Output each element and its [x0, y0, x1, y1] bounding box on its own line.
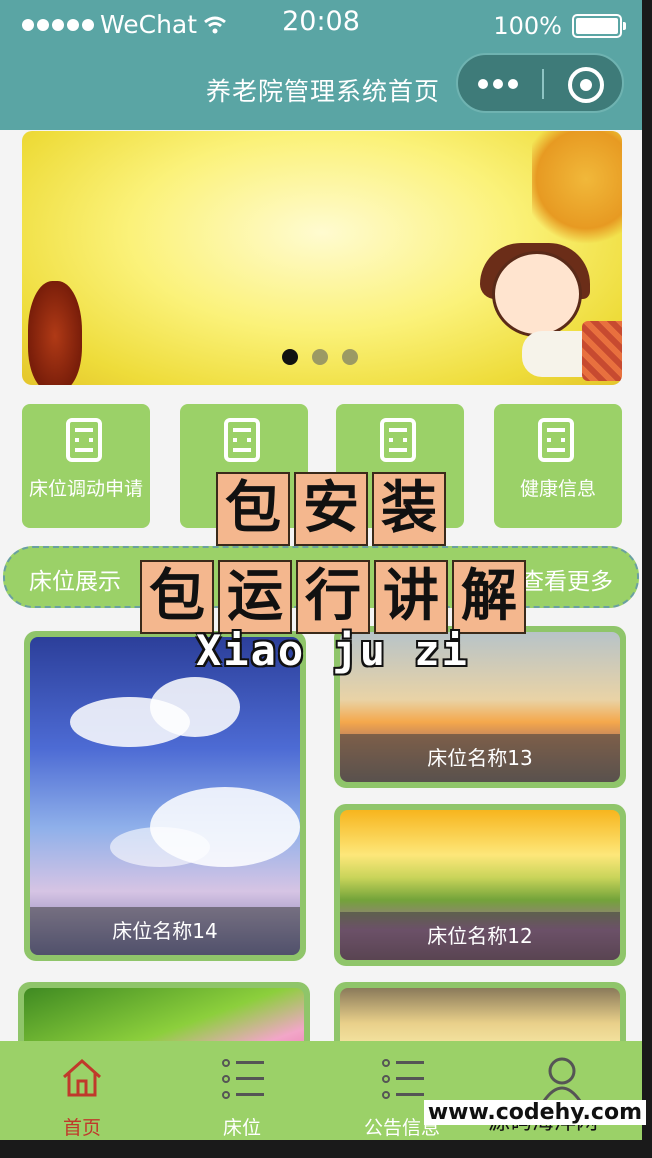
battery-percent: 100%: [493, 12, 562, 40]
bed-image: 床位名称14: [30, 637, 300, 955]
home-icon: [63, 1058, 101, 1097]
grid-item-bed-transfer[interactable]: 床位调动申请: [22, 404, 150, 528]
list-icon: [222, 1057, 264, 1101]
watermark-site-url: www.codehy.com: [423, 1100, 646, 1125]
watermark-explain: 包 运 行 讲 解: [140, 560, 526, 634]
tab-home[interactable]: 首页: [2, 1041, 162, 1140]
document-icon: [538, 418, 574, 462]
status-bar: WeChat 20:08 100%: [0, 0, 642, 48]
view-more-link[interactable]: 查看更多: [521, 562, 613, 596]
banner-tree: [532, 131, 622, 251]
carousel-indicator: [282, 349, 358, 365]
banner-violin: [28, 281, 82, 385]
user-icon: [542, 1057, 582, 1102]
battery-icon: [572, 14, 626, 38]
document-icon: [224, 418, 260, 462]
grid-item-label: 健康信息: [519, 478, 596, 500]
battery-status: 100%: [493, 12, 626, 40]
page-title: 养老院管理系统首页: [206, 77, 441, 106]
tab-beds[interactable]: 床位: [162, 1041, 322, 1140]
more-options-icon[interactable]: [478, 69, 518, 89]
carousel-dot[interactable]: [282, 349, 298, 365]
bed-card[interactable]: 床位名称12: [334, 804, 626, 966]
close-miniprogram-icon[interactable]: [568, 67, 604, 103]
banner-girl: [492, 251, 582, 337]
capsule-divider: [542, 69, 544, 99]
list-icon: [382, 1057, 424, 1101]
tab-notices[interactable]: 公告信息: [322, 1041, 482, 1140]
section-title: 床位展示: [29, 569, 121, 595]
bed-card[interactable]: 床位名称14: [24, 631, 306, 961]
bed-name: 床位名称14: [30, 907, 300, 955]
banner-carousel[interactable]: [22, 131, 622, 385]
bed-image: 床位名称12: [340, 810, 620, 960]
tab-label: 首页: [62, 1117, 101, 1139]
nav-bar: 养老院管理系统首页: [0, 48, 642, 130]
watermark-install: 包 安 装: [216, 472, 446, 546]
tab-label: 床位: [222, 1117, 261, 1139]
bed-name: 床位名称13: [340, 734, 620, 782]
app-screen: WeChat 20:08 100% 养老院管理系统首页 床位调动申请 健康信息 …: [0, 0, 642, 1140]
carousel-dot[interactable]: [342, 349, 358, 365]
bed-name: 床位名称12: [340, 912, 620, 960]
carousel-dot[interactable]: [312, 349, 328, 365]
mini-program-capsule: [456, 53, 624, 113]
grid-item-label: 床位调动申请: [28, 478, 143, 500]
document-icon: [66, 418, 102, 462]
watermark-author: Xiao ju zi: [196, 626, 469, 675]
document-icon: [380, 418, 416, 462]
banner-basket: [582, 321, 622, 381]
grid-item-health-info[interactable]: 健康信息: [494, 404, 622, 528]
